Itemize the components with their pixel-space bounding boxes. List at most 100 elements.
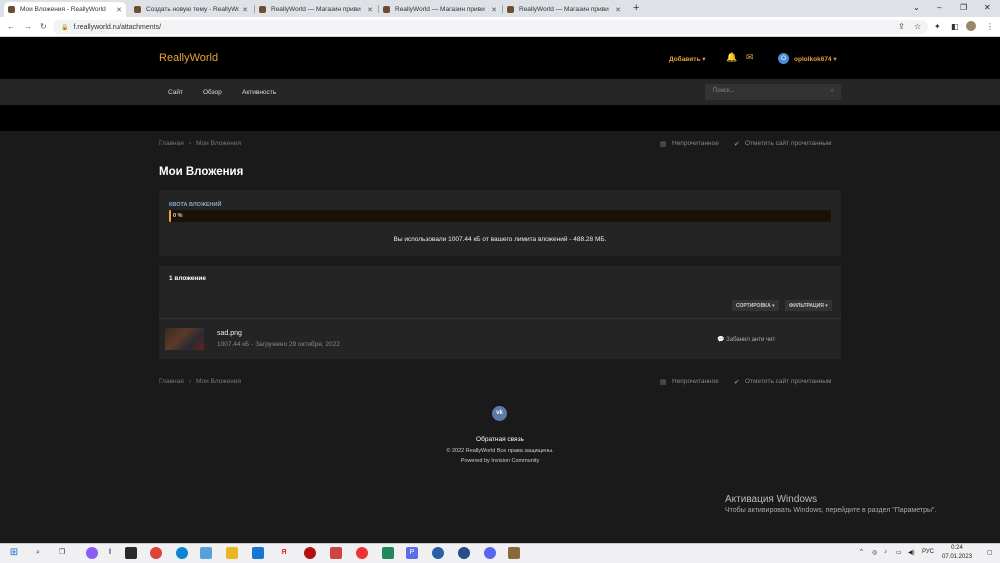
sort-button[interactable]: СОРТИРОВКА ▾ — [732, 300, 779, 311]
add-button[interactable]: Добавить ▾ — [669, 55, 706, 63]
breadcrumb-current-bottom: Мои Вложения — [196, 378, 241, 385]
site-logo[interactable]: ReallyWorld — [159, 52, 218, 64]
attachment-name[interactable]: sad.png — [217, 330, 242, 337]
list-divider — [159, 318, 841, 319]
browser-tab-store-3[interactable]: ReallyWorld — Магазин приви ✕ — [503, 2, 625, 17]
chrome-menu-icon[interactable]: ⋮ — [986, 22, 994, 32]
close-tab-icon[interactable]: ✕ — [615, 6, 621, 14]
close-window-icon[interactable]: ✕ — [984, 3, 991, 12]
browser-tab-new-topic[interactable]: Создать новую тему - ReallyWo ✕ — [130, 2, 252, 17]
close-tab-icon[interactable]: ✕ — [367, 6, 373, 14]
edge-icon[interactable] — [176, 547, 188, 559]
user-avatar[interactable]: O — [778, 53, 789, 64]
reload-icon[interactable]: ↻ — [40, 22, 47, 32]
back-icon[interactable]: ← — [7, 22, 15, 32]
tab-search-icon[interactable]: ⌄ — [913, 3, 920, 12]
nav-overview[interactable]: Обзор — [203, 89, 222, 96]
comment-icon: 💬 — [717, 337, 727, 343]
search-input[interactable]: Поиск... ⌕ — [705, 84, 841, 100]
task-view-icon[interactable]: ❒ — [56, 547, 68, 559]
tab-title: Создать новую тему - ReallyWo — [146, 6, 240, 13]
extensions-icon[interactable]: ✦ — [934, 22, 941, 32]
unread-link[interactable]: Непрочитанное — [672, 140, 719, 147]
app-icon[interactable] — [458, 547, 470, 559]
site-favicon-icon — [259, 6, 266, 13]
restore-icon[interactable]: ❐ — [960, 3, 967, 12]
site-header — [0, 37, 1000, 79]
minimize-icon[interactable]: – — [937, 3, 941, 12]
mail-icon[interactable] — [252, 547, 264, 559]
tray-app-icon[interactable]: ◎ — [872, 549, 877, 556]
app-icon[interactable]: P — [406, 547, 418, 559]
site-favicon-icon — [134, 6, 141, 13]
attachments-count: 1 вложение — [169, 275, 206, 282]
messages-envelope-icon[interactable]: ✉ — [746, 52, 754, 63]
username-menu[interactable]: oplolkok674 ▾ — [794, 55, 837, 63]
search-icon[interactable]: ⌕ — [831, 88, 834, 95]
nav-site[interactable]: Сайт — [168, 89, 183, 96]
search-icon[interactable]: ⌕ — [32, 547, 44, 559]
new-tab-icon[interactable]: + — [633, 3, 639, 14]
browser-tab-attachments[interactable]: Мои Вложения - ReallyWorld ✕ — [4, 2, 126, 17]
side-panel-icon[interactable]: ◧ — [951, 22, 959, 32]
nav-activity[interactable]: Активность — [242, 89, 276, 96]
close-tab-icon[interactable]: ✕ — [491, 6, 497, 14]
chrome-profile-avatar[interactable] — [966, 21, 976, 31]
quota-usage-text: Вы использовали 1007.44 кБ от вашего лим… — [393, 236, 607, 243]
close-tab-icon[interactable]: ✕ — [116, 6, 122, 14]
language-indicator[interactable]: РУС — [922, 549, 934, 555]
address-bar[interactable]: 🔒 f.reallyworld.ru/attachments/ — [53, 20, 928, 34]
copyright-text: © 2022 ReallyWorld Все права защищены. — [446, 448, 554, 454]
breadcrumb-home-bottom[interactable]: Главная — [159, 378, 184, 385]
close-tab-icon[interactable]: ✕ — [242, 6, 248, 14]
bookmark-star-icon[interactable]: ☆ — [914, 22, 921, 32]
breadcrumb-separator-bottom: › — [189, 378, 192, 385]
yandex-icon[interactable]: Я — [278, 547, 290, 559]
notifications-icon[interactable]: ▢ — [987, 549, 993, 556]
app-icon[interactable] — [86, 547, 98, 559]
breadcrumb-home[interactable]: Главная — [159, 140, 184, 147]
winrar-icon[interactable] — [330, 547, 342, 559]
windows-start-icon[interactable]: ⊞ — [8, 547, 20, 559]
forward-icon[interactable]: → — [24, 22, 32, 32]
filter-button[interactable]: ФИЛЬТРАЦИЯ ▾ — [785, 300, 832, 311]
site-favicon-icon — [8, 6, 15, 13]
chrome-icon[interactable] — [150, 547, 162, 559]
notifications-bell-icon[interactable]: 🔔 — [726, 52, 737, 63]
breadcrumb-separator: › — [189, 140, 192, 147]
browser-tab-store-1[interactable]: ReallyWorld — Магазин приви ✕ — [255, 2, 377, 17]
lock-icon: 🔒 — [61, 24, 69, 31]
browser-tab-store-2[interactable]: ReallyWorld — Магазин приви ✕ — [379, 2, 501, 17]
file-explorer-icon[interactable] — [226, 547, 238, 559]
vk-icon[interactable]: vk — [492, 406, 507, 421]
volume-icon[interactable]: ◀) — [908, 549, 915, 556]
tab-title: ReallyWorld — Магазин приви — [271, 6, 361, 13]
app-icon[interactable] — [382, 547, 394, 559]
header-band — [0, 105, 1000, 131]
page-title: Мои Вложения — [159, 166, 244, 178]
quota-percent: 0 % — [173, 213, 183, 219]
taskbar-clock[interactable]: 0:24 07.01.2023 — [942, 544, 972, 562]
feedback-link[interactable]: Обратная связь — [0, 436, 1000, 443]
mark-read-link[interactable]: Отметить сайт прочитанным — [745, 140, 831, 147]
share-icon[interactable]: ⇪ — [898, 22, 905, 32]
pause-icon[interactable]: ‖ — [104, 547, 116, 559]
unread-link-bottom[interactable]: Непрочитанное — [672, 378, 719, 385]
calculator-icon[interactable] — [125, 547, 137, 559]
quota-progress-fill — [169, 210, 171, 222]
opera-icon[interactable] — [356, 547, 368, 559]
attachment-thumbnail[interactable] — [165, 328, 204, 350]
discord-icon[interactable] — [484, 547, 496, 559]
network-icon[interactable]: ▭ — [896, 549, 902, 556]
app-icon[interactable] — [304, 547, 316, 559]
app-icon[interactable] — [432, 547, 444, 559]
microphone-icon[interactable]: ♪ — [884, 549, 887, 555]
tray-chevron-icon[interactable]: ^ — [860, 549, 863, 555]
tab-title: ReallyWorld — Магазин приви — [519, 6, 609, 13]
mark-read-link-bottom[interactable]: Отметить сайт прочитанным — [745, 378, 831, 385]
minecraft-icon[interactable] — [508, 547, 520, 559]
attachment-topic-link[interactable]: 💬 Забанил анти чит — [717, 336, 775, 343]
app-icon[interactable] — [200, 547, 212, 559]
powered-by-link[interactable]: Powered by Invision Community — [0, 458, 1000, 464]
windows-activation-subtitle: Чтобы активировать Windows, перейдите в … — [725, 507, 937, 514]
